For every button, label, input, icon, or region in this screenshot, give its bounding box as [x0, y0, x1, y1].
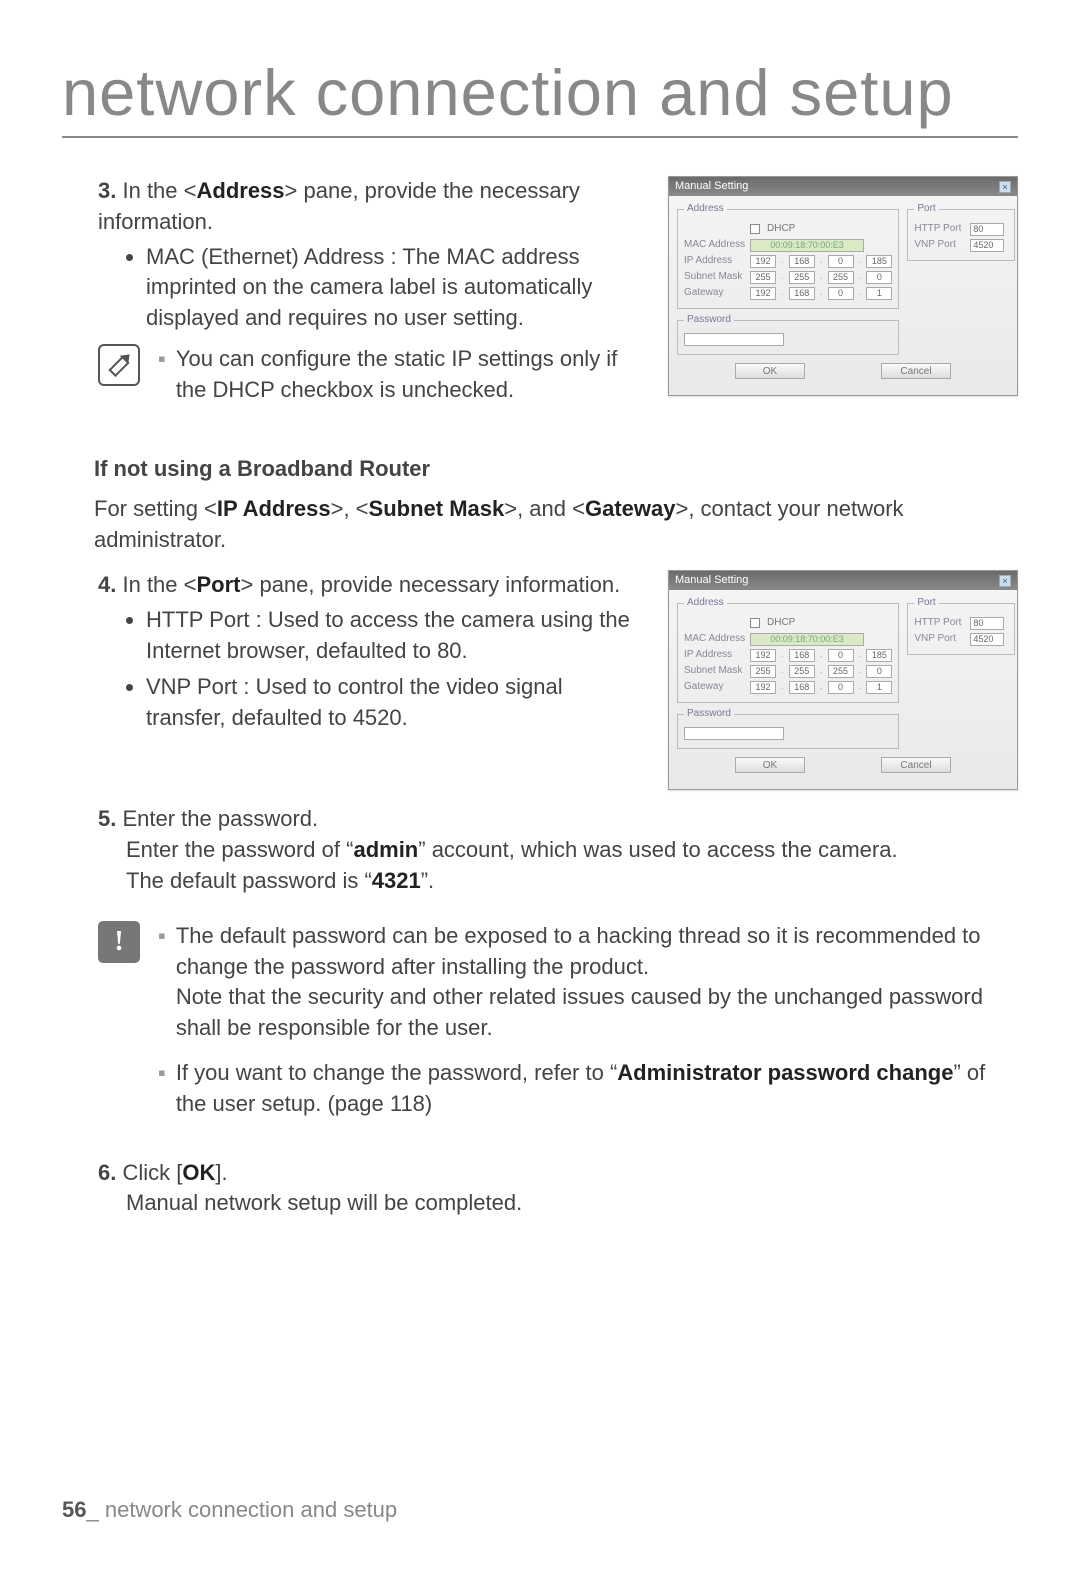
subsection-heading: If not using a Broadband Router — [94, 454, 1018, 485]
step-3-num: 3. — [98, 178, 116, 203]
sm-1[interactable] — [750, 271, 776, 284]
cancel-button[interactable]: Cancel — [881, 363, 951, 379]
gw-4[interactable] — [866, 681, 892, 694]
step-6-line1: Click [OK]. — [122, 1160, 227, 1185]
ip-2[interactable] — [789, 649, 815, 662]
step-5-line3: The default password is “4321”. — [98, 866, 1018, 897]
note-bullet-icon: ▪ — [158, 344, 166, 406]
step-3-bullet-1: MAC (Ethernet) Address : The MAC address… — [146, 242, 640, 334]
sm-3[interactable] — [828, 665, 854, 678]
step-3: 3. In the <Address> pane, provide the ne… — [98, 176, 640, 334]
ip-label: IP Address — [684, 254, 746, 268]
page-number: 56 — [62, 1497, 86, 1522]
dhcp-checkbox[interactable] — [750, 224, 760, 234]
note-icon — [98, 344, 140, 386]
gateway-label: Gateway — [684, 680, 746, 694]
note-bullet-icon: ▪ — [158, 1058, 166, 1120]
note-1-text: You can configure the static IP settings… — [176, 344, 640, 406]
ok-button[interactable]: OK — [735, 363, 805, 379]
step-6-num: 6. — [98, 1160, 116, 1185]
mac-input — [750, 633, 864, 646]
ip-1[interactable] — [750, 255, 776, 268]
mac-label: MAC Address — [684, 632, 746, 646]
note-bullet-icon: ▪ — [158, 921, 166, 1044]
gw-1[interactable] — [750, 681, 776, 694]
sm-2[interactable] — [789, 271, 815, 284]
http-port-input[interactable] — [970, 617, 1004, 630]
gw-2[interactable] — [789, 681, 815, 694]
gw-2[interactable] — [789, 287, 815, 300]
ip-4[interactable] — [866, 649, 892, 662]
step-5: 5. Enter the password. Enter the passwor… — [98, 804, 1018, 896]
vnp-port-input[interactable] — [970, 633, 1004, 646]
subnet-label: Subnet Mask — [684, 664, 746, 678]
password-legend: Password — [684, 313, 734, 327]
password-input[interactable] — [684, 333, 784, 346]
port-legend: Port — [914, 596, 938, 610]
sm-4[interactable] — [866, 665, 892, 678]
vnp-port-label: VNP Port — [914, 238, 966, 252]
gw-3[interactable] — [828, 681, 854, 694]
step-5-line1: Enter the password. — [122, 806, 318, 831]
warn-2: If you want to change the password, refe… — [176, 1058, 1018, 1120]
http-port-input[interactable] — [970, 223, 1004, 236]
warn-1: The default password can be exposed to a… — [176, 921, 1018, 1044]
gateway-label: Gateway — [684, 286, 746, 300]
step-6-line2: Manual network setup will be completed. — [98, 1188, 1018, 1219]
step-4-bullet-1: HTTP Port : Used to access the camera us… — [146, 605, 640, 667]
ip-3[interactable] — [828, 649, 854, 662]
gw-4[interactable] — [866, 287, 892, 300]
dhcp-label: DHCP — [767, 616, 795, 630]
dialog-title: Manual Setting — [675, 573, 748, 588]
step-6: 6. Click [OK]. Manual network setup will… — [98, 1158, 1018, 1220]
cancel-button[interactable]: Cancel — [881, 757, 951, 773]
address-legend: Address — [684, 202, 727, 216]
ip-4[interactable] — [866, 255, 892, 268]
mac-input — [750, 239, 864, 252]
subsection-para: For setting <IP Address>, <Subnet Mask>,… — [94, 494, 1018, 556]
screenshot-manual-setting-2: Manual Setting × Address DHCP MAC Address… — [668, 570, 1018, 790]
close-icon[interactable]: × — [999, 575, 1011, 587]
caution-icon: ! — [98, 921, 140, 963]
password-input[interactable] — [684, 727, 784, 740]
sm-1[interactable] — [750, 665, 776, 678]
step-4: 4. In the <Port> pane, provide necessary… — [98, 570, 640, 734]
sm-3[interactable] — [828, 271, 854, 284]
port-legend: Port — [914, 202, 938, 216]
step-5-num: 5. — [98, 806, 116, 831]
ip-1[interactable] — [750, 649, 776, 662]
mac-label: MAC Address — [684, 238, 746, 252]
ok-button[interactable]: OK — [735, 757, 805, 773]
gw-1[interactable] — [750, 287, 776, 300]
footer-title: network connection and setup — [105, 1497, 397, 1522]
ip-label: IP Address — [684, 648, 746, 662]
http-port-label: HTTP Port — [914, 616, 966, 630]
step-4-bullet-2: VNP Port : Used to control the video sig… — [146, 672, 640, 734]
dhcp-checkbox[interactable] — [750, 618, 760, 628]
ip-3[interactable] — [828, 255, 854, 268]
sm-4[interactable] — [866, 271, 892, 284]
step-5-line2: Enter the password of “admin” account, w… — [98, 835, 1018, 866]
screenshot-manual-setting-1: Manual Setting × Address DHCP MAC Address… — [668, 176, 1018, 396]
http-port-label: HTTP Port — [914, 222, 966, 236]
close-icon[interactable]: × — [999, 181, 1011, 193]
address-legend: Address — [684, 596, 727, 610]
dialog-title: Manual Setting — [675, 179, 748, 194]
vnp-port-input[interactable] — [970, 239, 1004, 252]
sm-2[interactable] — [789, 665, 815, 678]
ip-2[interactable] — [789, 255, 815, 268]
step-3-text: In the <Address> pane, provide the neces… — [98, 178, 580, 234]
page-footer: 56_ network connection and setup — [62, 1497, 397, 1523]
gw-3[interactable] — [828, 287, 854, 300]
step-4-text: In the <Port> pane, provide necessary in… — [122, 572, 620, 597]
step-4-num: 4. — [98, 572, 116, 597]
subnet-label: Subnet Mask — [684, 270, 746, 284]
dhcp-label: DHCP — [767, 222, 795, 236]
page-title: network connection and setup — [62, 55, 1018, 138]
password-legend: Password — [684, 707, 734, 721]
vnp-port-label: VNP Port — [914, 632, 966, 646]
